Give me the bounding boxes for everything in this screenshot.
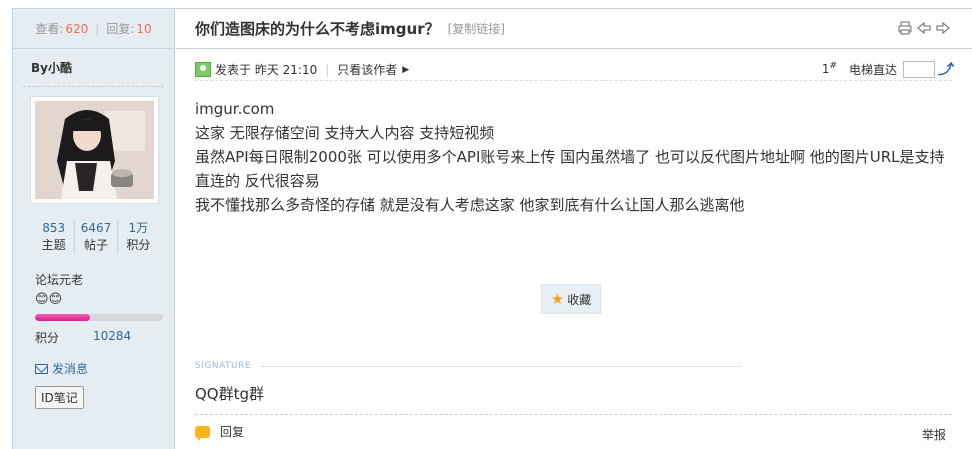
thread-title: 你们造图床的为什么不考虑imgur？ bbox=[195, 20, 440, 38]
next-thread-icon[interactable] bbox=[936, 21, 950, 35]
stat-credits-value: 1万 bbox=[128, 221, 149, 235]
stat-topics-label: 主题 bbox=[41, 238, 66, 252]
replies-label: 回复: bbox=[106, 22, 135, 36]
stat-credits-label: 积分 bbox=[126, 238, 151, 252]
previous-thread-icon[interactable] bbox=[917, 21, 931, 35]
id-note-button[interactable]: ID笔记 bbox=[35, 386, 84, 409]
post-main: 你们造图床的为什么不考虑imgur？ [复制链接] 发表于 昨天 21:10 | bbox=[176, 9, 972, 449]
score-value: 10284 bbox=[93, 329, 132, 343]
author-stats: 853 主题 6467 帖子 1万 积分 bbox=[33, 220, 159, 254]
smiley-icon: 😊 bbox=[48, 292, 63, 307]
credit-score: 积分 10284 bbox=[35, 329, 165, 346]
online-user-icon bbox=[195, 62, 211, 77]
content-line: 虽然API每日限制2000张 可以使用多个API账号来上传 国内虽然墙了 也可以… bbox=[195, 148, 945, 190]
jump-go-icon[interactable]: ⤴ bbox=[938, 59, 952, 79]
content-line: 我不懂找那么多奇怪的存储 就是没有人考虑这家 他家到底有什么让国人那么逃离他 bbox=[195, 196, 745, 214]
favorite-label: 收藏 bbox=[567, 292, 592, 307]
rank-progress-bar bbox=[35, 314, 163, 321]
stat-posts-label: 帖子 bbox=[83, 238, 108, 252]
author-only-link[interactable]: 只看该作者 bbox=[337, 61, 397, 78]
post-time: 发表于 昨天 21:10 bbox=[215, 63, 318, 77]
floor-jump: 电梯直达 ⤴ bbox=[849, 59, 952, 79]
signature-label: SIGNATURE bbox=[195, 361, 252, 371]
rank-progress-fill bbox=[35, 314, 91, 321]
reply-button[interactable]: 回复 bbox=[220, 423, 244, 440]
author-name[interactable]: By小酷 bbox=[23, 49, 164, 87]
score-label: 积分 bbox=[35, 331, 60, 345]
avatar[interactable] bbox=[30, 96, 159, 204]
signature-text: QQ群tg群 bbox=[195, 385, 265, 403]
envelope-icon bbox=[35, 363, 48, 374]
floor-mark: # bbox=[829, 61, 837, 71]
post-footer: 回复 举报 bbox=[195, 414, 952, 448]
stat-topics[interactable]: 853 主题 bbox=[33, 220, 76, 254]
signature-divider bbox=[262, 366, 740, 367]
copy-link-button[interactable]: [复制链接] bbox=[448, 20, 505, 37]
floor-jump-input[interactable] bbox=[903, 60, 935, 78]
star-icon: ★ bbox=[550, 290, 565, 308]
author-sidebar: 查看: 620 | 回复: 10 By小酷 853 主题 6467 帖子 1万 … bbox=[13, 9, 175, 449]
replies-count: 10 bbox=[136, 21, 152, 36]
play-arrow-icon: ▶ bbox=[402, 64, 410, 75]
report-button[interactable]: 举报 bbox=[922, 426, 946, 443]
content-line: imgur.com bbox=[195, 100, 275, 118]
views-label: 查看: bbox=[35, 22, 64, 36]
user-rank[interactable]: 论坛元老 bbox=[35, 271, 83, 288]
reply-bubble-icon bbox=[195, 425, 210, 441]
send-message-link[interactable]: 发消息 bbox=[35, 360, 88, 377]
post-info-bar: 发表于 昨天 21:10 | 只看该作者 ▶ 1# 电梯直达 ⤴ bbox=[195, 59, 952, 81]
avatar-image bbox=[35, 101, 154, 199]
avatar-photo-icon bbox=[35, 101, 154, 199]
thread-header: 你们造图床的为什么不考虑imgur？ [复制链接] bbox=[176, 9, 972, 49]
send-message-label: 发消息 bbox=[52, 362, 89, 376]
stat-posts-value: 6467 bbox=[80, 221, 112, 235]
post-content: imgur.com 这家 无限存储空间 支持大人内容 支持短视频 虽然API每日… bbox=[195, 97, 955, 217]
jump-label: 电梯直达 bbox=[848, 62, 897, 77]
smiley-icon: 😊 bbox=[35, 292, 49, 307]
favorite-button[interactable]: ★ 收藏 bbox=[541, 284, 601, 314]
header-actions bbox=[898, 21, 950, 35]
post-frame: 查看: 620 | 回复: 10 By小酷 853 主题 6467 帖子 1万 … bbox=[12, 8, 972, 449]
views-count: 620 bbox=[65, 21, 89, 36]
thread-stats: 查看: 620 | 回复: 10 bbox=[13, 9, 174, 49]
stats-divider: | bbox=[95, 21, 100, 36]
rank-stars: 😊😊 bbox=[35, 293, 62, 307]
stat-topics-value: 853 bbox=[42, 221, 66, 235]
stat-posts[interactable]: 6467 帖子 bbox=[75, 220, 118, 254]
content-line: 这家 无限存储空间 支持大人内容 支持短视频 bbox=[195, 124, 495, 142]
floor-number[interactable]: 1# bbox=[822, 61, 837, 76]
info-divider: | bbox=[325, 62, 330, 77]
stat-credits[interactable]: 1万 积分 bbox=[118, 220, 159, 254]
print-icon[interactable] bbox=[898, 21, 912, 35]
